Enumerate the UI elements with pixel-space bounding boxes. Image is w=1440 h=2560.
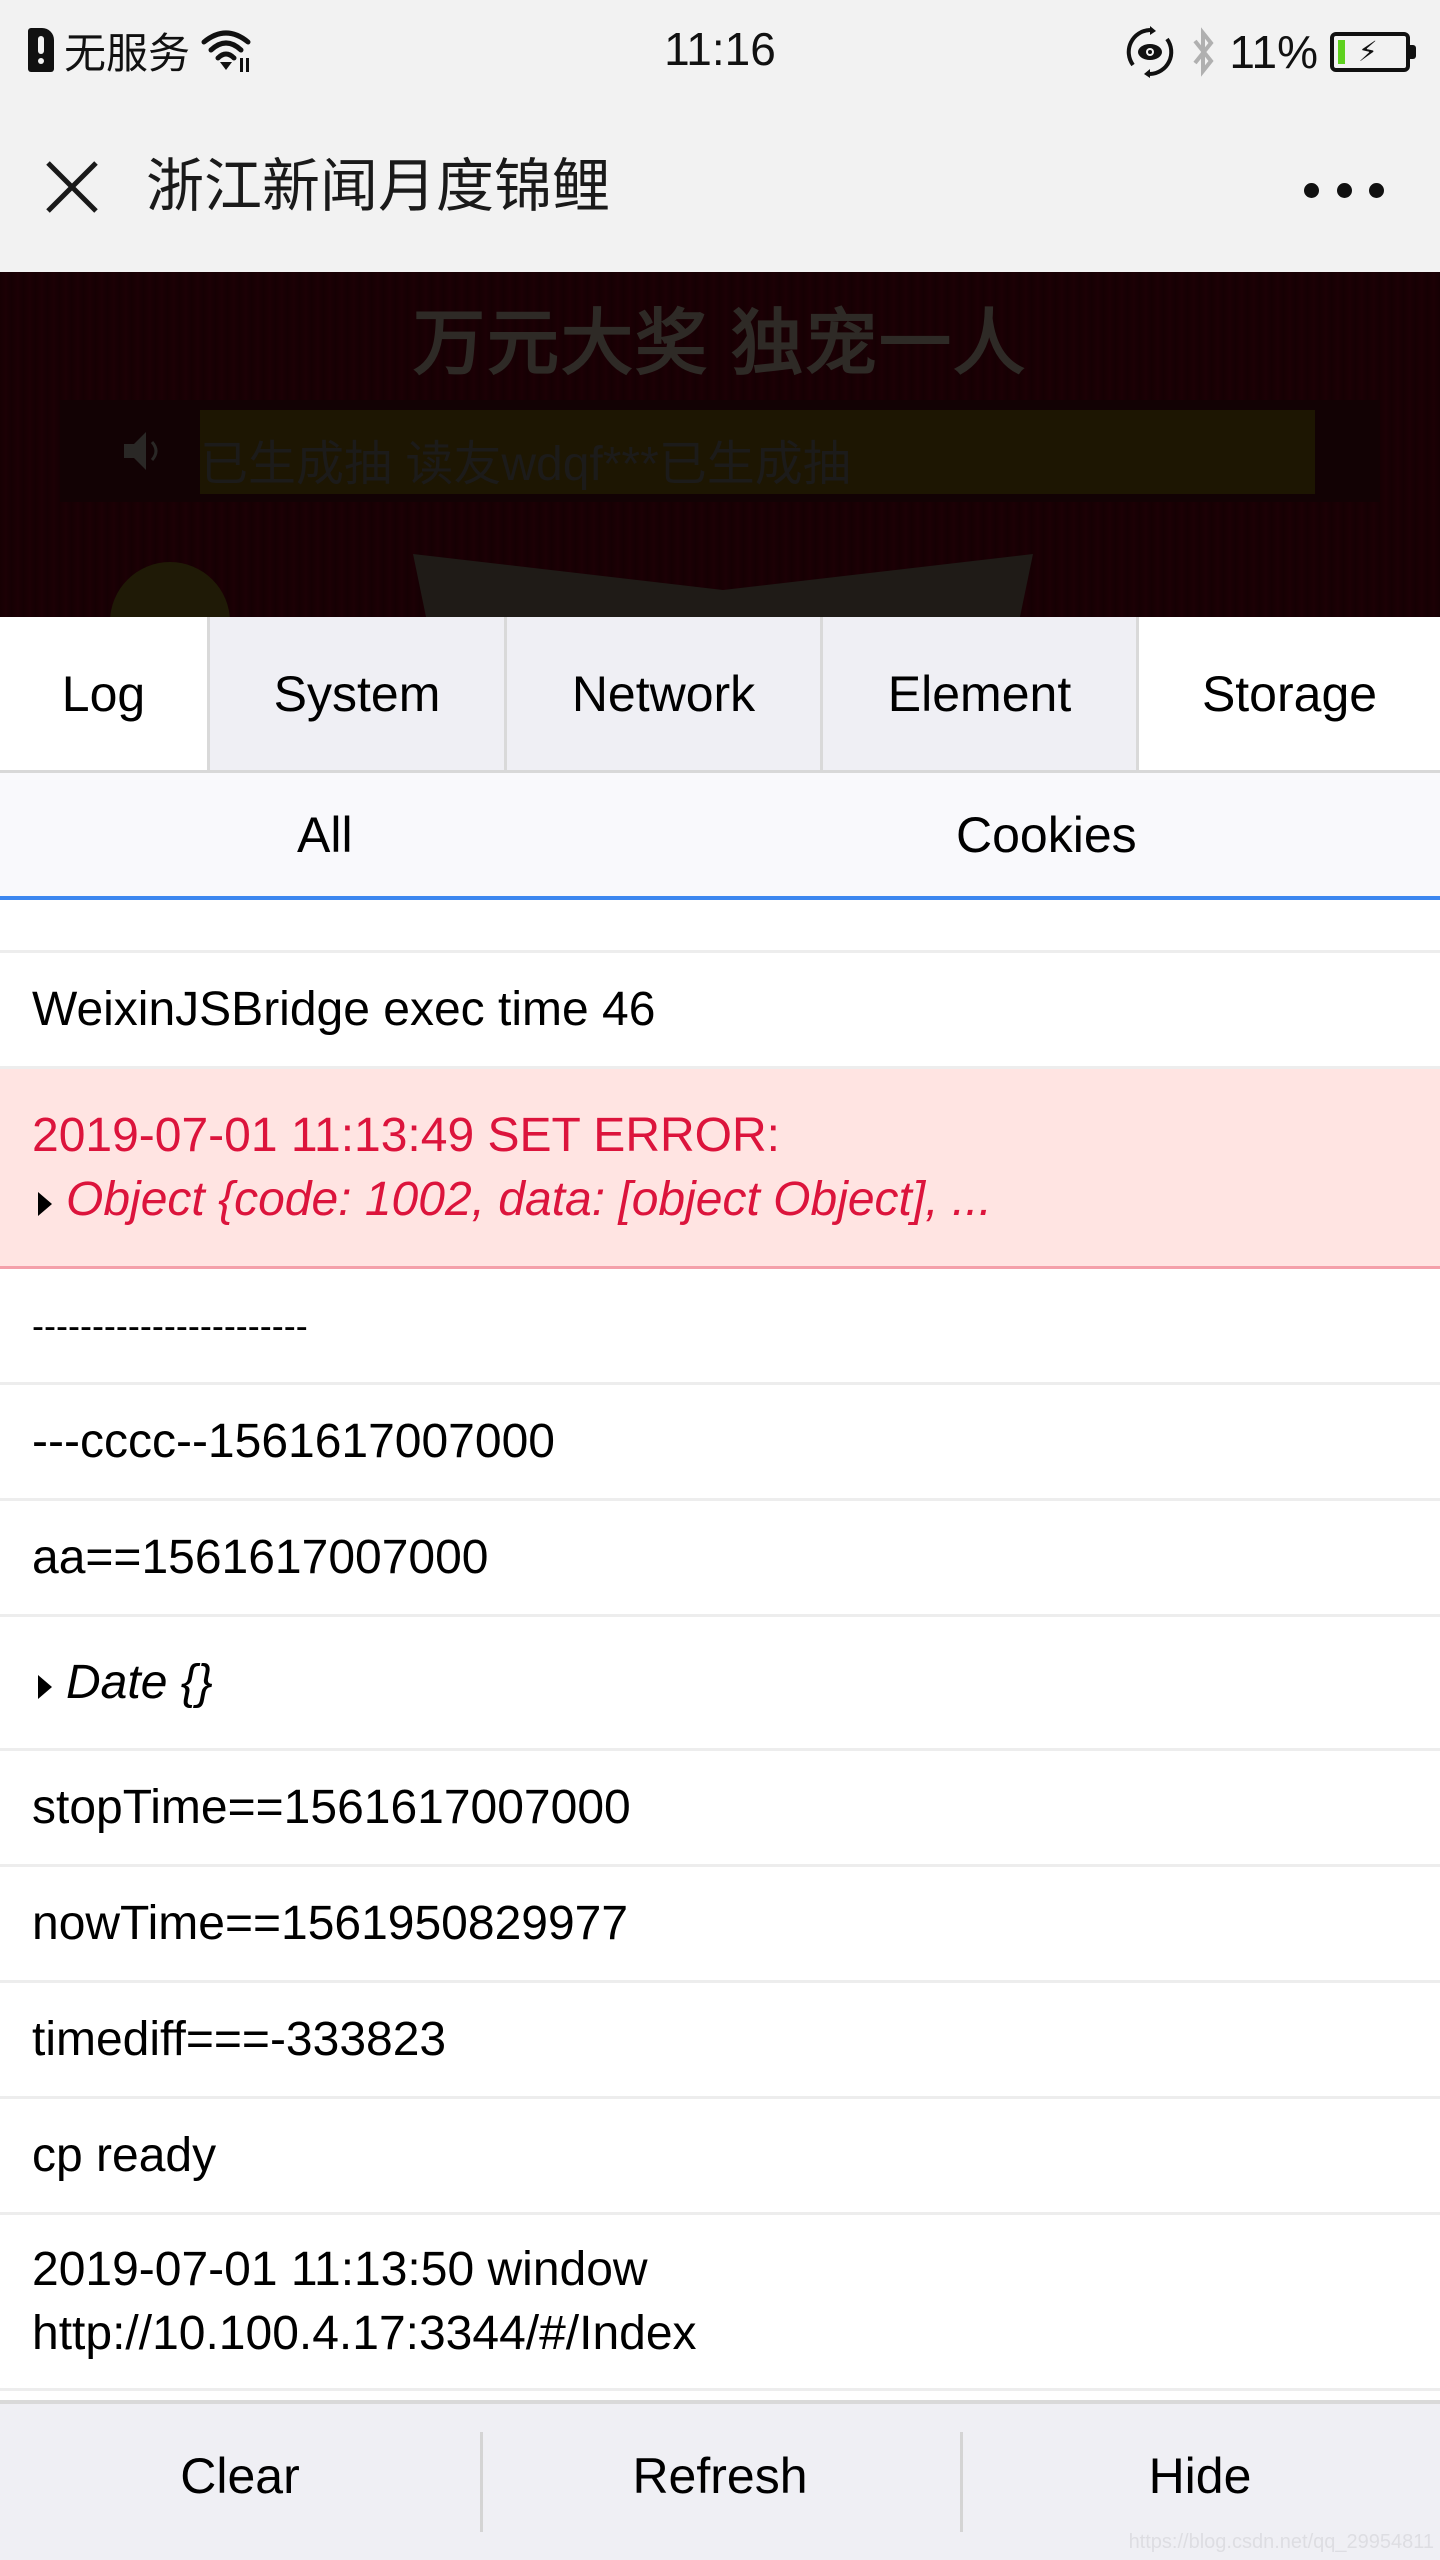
log-row: timediff===-333823	[0, 1983, 1440, 2099]
prize-banner-shape	[413, 554, 1033, 617]
log-text: cp ready	[32, 2128, 217, 2182]
log-list[interactable]: WeixinJSBridge exec time 46 2019-07-01 1…	[0, 900, 1440, 2400]
banner-title: 万元大奖 独宠一人	[412, 304, 1027, 384]
caret-right-icon[interactable]	[38, 1191, 52, 1216]
subtab-cookies[interactable]: Cookies	[720, 773, 1440, 896]
refresh-button[interactable]: Refresh	[480, 2404, 960, 2560]
log-row: WeixinJSBridge exec time 46	[0, 953, 1440, 1069]
log-row: Date {}	[0, 1617, 1440, 1751]
watermark: https://blog.csdn.net/qq_29954811	[1128, 2531, 1434, 2553]
clear-button[interactable]: Clear	[0, 2404, 480, 2560]
log-row: aa==1561617007000	[0, 1501, 1440, 1617]
tab-system[interactable]: System	[210, 617, 507, 770]
log-text: aa==1561617007000	[32, 1530, 489, 1584]
tab-storage[interactable]: Storage	[1139, 617, 1440, 770]
page-backdrop-overlay[interactable]: 万元大奖 独宠一人 已生成抽 读友wdqf***已生成抽	[0, 272, 1440, 617]
log-row: cp ready	[0, 2099, 1440, 2215]
close-icon[interactable]	[40, 155, 104, 219]
log-text: stopTime==1561617007000	[32, 1780, 631, 1834]
log-text: nowTime==1561950829977	[32, 1896, 629, 1950]
caret-right-icon[interactable]	[38, 1674, 52, 1699]
log-text: 2019-07-01 11:13:50 window	[32, 2242, 648, 2296]
log-row	[0, 900, 1440, 953]
marquee-text: 已生成抽 读友wdqf***已生成抽	[200, 438, 851, 491]
log-text: timediff===-333823	[32, 2012, 447, 2066]
charging-bolt-icon: ⚡	[1358, 36, 1378, 67]
error-text: 2019-07-01 11:13:49 SET ERROR:	[32, 1108, 780, 1162]
tab-network[interactable]: Network	[507, 617, 823, 770]
decoration-shape	[110, 562, 230, 617]
console-toolbar: Clear Refresh Hide https://blog.csdn.net…	[0, 2400, 1440, 2560]
log-row: nowTime==1561950829977	[0, 1867, 1440, 1983]
object-expander[interactable]: Date {}	[32, 1651, 1408, 1715]
log-text: WeixinJSBridge exec time 46	[32, 982, 656, 1036]
marquee-track: 已生成抽 读友wdqf***已生成抽	[200, 410, 1315, 494]
log-scroll-indicator	[0, 2392, 1290, 2398]
tab-log[interactable]: Log	[0, 617, 210, 770]
sub-tab-bar: All Cookies	[0, 773, 1440, 900]
more-dot	[1336, 182, 1352, 198]
speaker-icon	[124, 432, 158, 470]
console-tab-bar: Log System Network Element Storage	[0, 617, 1440, 773]
log-row: 2019-07-01 11:13:50 window http://10.100…	[0, 2215, 1440, 2391]
battery-percent: 11%	[1229, 26, 1318, 78]
object-expander[interactable]: Object {code: 1002, data: [object Object…	[32, 1168, 1408, 1232]
log-row-error: 2019-07-01 11:13:49 SET ERROR: Object {c…	[0, 1069, 1440, 1269]
more-dot	[1304, 182, 1319, 198]
eye-rotate-icon	[1127, 26, 1174, 78]
tab-element[interactable]: Element	[823, 617, 1139, 770]
status-right: 11% ⚡	[1123, 22, 1416, 82]
more-icon[interactable]	[1304, 165, 1384, 215]
page-title: 浙江新闻月度锦鲤	[146, 154, 611, 219]
nav-bar: 浙江新闻月度锦鲤	[0, 105, 1440, 272]
subtab-all[interactable]: All	[0, 773, 720, 896]
object-summary: Date {}	[66, 1655, 213, 1709]
log-text: ---cccc--1561617007000	[32, 1414, 555, 1468]
object-summary: Object {code: 1002, data: [object Object…	[66, 1172, 992, 1226]
battery-fill	[1338, 40, 1345, 64]
log-row: -----------------------	[0, 1269, 1440, 1385]
status-bar: 无服务 11:16 11% ⚡	[0, 0, 1440, 105]
battery-charging-icon: ⚡	[1330, 32, 1416, 72]
more-dot	[1369, 182, 1384, 198]
log-url: http://10.100.4.17:3344/#/Index	[32, 2306, 697, 2360]
log-row: ---cccc--1561617007000	[0, 1385, 1440, 1501]
log-row: stopTime==1561617007000	[0, 1751, 1440, 1867]
bluetooth-icon	[1193, 27, 1214, 77]
log-text: -----------------------	[32, 1304, 308, 1346]
winner-marquee: 已生成抽 读友wdqf***已生成抽	[60, 400, 1380, 502]
